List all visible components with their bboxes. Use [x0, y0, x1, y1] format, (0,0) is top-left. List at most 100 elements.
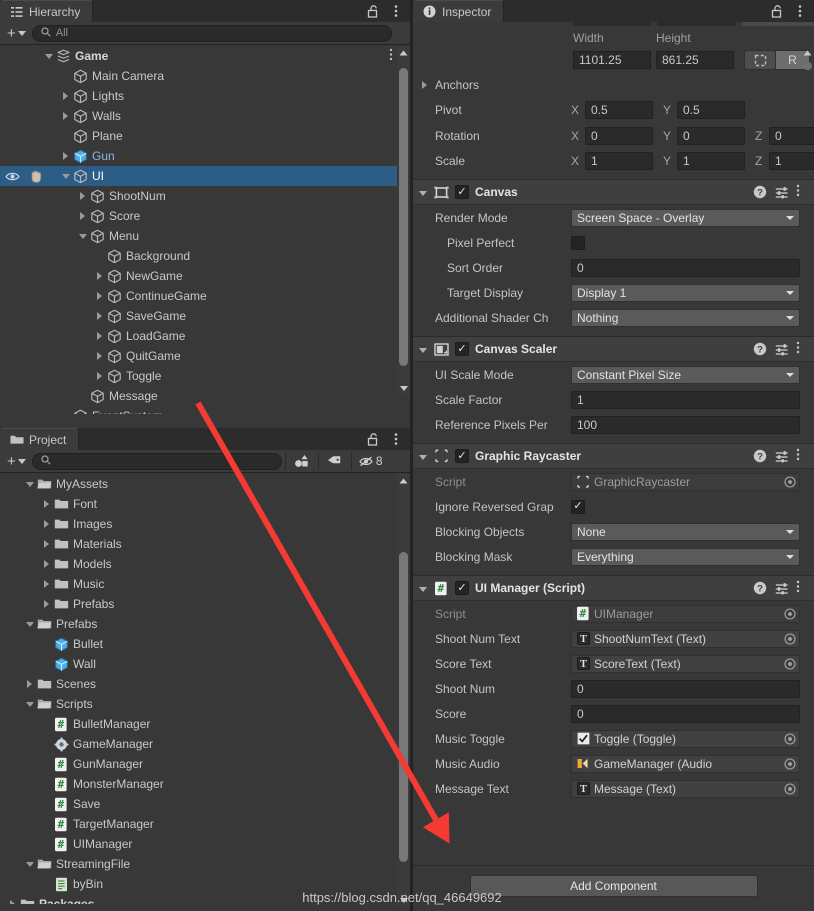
- component-enabled-checkbox[interactable]: ✓: [455, 449, 469, 463]
- objectfield-shoot-num-text[interactable]: T ShootNumText (Text): [571, 629, 800, 648]
- component-header[interactable]: ✓ Graphic Raycaster?: [413, 443, 814, 469]
- tab-hierarchy[interactable]: Hierarchy: [0, 0, 94, 22]
- foldout-expanded-icon[interactable]: [419, 581, 427, 595]
- visibility-toggles[interactable]: [4, 168, 48, 184]
- tree-row[interactable]: Gun: [0, 146, 397, 166]
- scroll-down-icon[interactable]: [399, 384, 408, 393]
- rotation-y-field[interactable]: 0: [677, 126, 745, 145]
- width-field[interactable]: 1101.25: [573, 51, 651, 69]
- dropdown-additional-shader-ch[interactable]: Nothing: [571, 308, 800, 327]
- scale-x-field[interactable]: 1: [585, 151, 653, 170]
- component-header[interactable]: ✓ Canvas Scaler?: [413, 336, 814, 362]
- project-scrollbar[interactable]: [397, 474, 410, 907]
- checkbox-ignore-reversed-grap[interactable]: ✓: [571, 499, 585, 514]
- hierarchy-scroll-thumb[interactable]: [399, 68, 408, 366]
- tree-row[interactable]: Message: [0, 386, 397, 406]
- scroll-down-icon[interactable]: [399, 896, 408, 905]
- project-search-input[interactable]: [31, 452, 282, 470]
- tab-project[interactable]: Project: [0, 428, 80, 450]
- foldout-expanded-icon[interactable]: [59, 170, 72, 183]
- kebab-menu-icon[interactable]: [792, 4, 807, 19]
- hierarchy-search-input[interactable]: All: [31, 24, 392, 42]
- preset-icon[interactable]: [774, 184, 790, 200]
- input-scale-factor[interactable]: 1: [571, 390, 800, 409]
- foldout-collapsed-icon[interactable]: [76, 190, 89, 203]
- input-score[interactable]: 0: [571, 704, 800, 723]
- foldout-expanded-icon[interactable]: [76, 230, 89, 243]
- tree-row[interactable]: Bullet: [0, 634, 397, 654]
- tree-row[interactable]: Models: [0, 554, 397, 574]
- foldout-expanded-icon[interactable]: [42, 50, 55, 63]
- pivot-x-field[interactable]: 0.5: [585, 101, 653, 119]
- tree-row[interactable]: Plane: [0, 126, 397, 146]
- foldout-collapsed-icon[interactable]: [6, 898, 19, 904]
- tree-row[interactable]: Images: [0, 514, 397, 534]
- tree-row[interactable]: ShootNum: [0, 186, 397, 206]
- kebab-menu-icon[interactable]: [389, 48, 393, 64]
- foldout-collapsed-icon[interactable]: [59, 90, 72, 103]
- blueprint-mode-icon[interactable]: [744, 50, 775, 70]
- object-picker-icon[interactable]: [783, 757, 797, 771]
- input-sort-order[interactable]: 0: [571, 258, 800, 277]
- foldout-expanded-icon[interactable]: [23, 698, 36, 711]
- label-filter-icon[interactable]: [322, 452, 348, 471]
- scroll-up-icon[interactable]: [803, 48, 812, 57]
- object-picker-icon[interactable]: [783, 732, 797, 746]
- tree-row[interactable]: Wall: [0, 654, 397, 674]
- rotation-x-field[interactable]: 0: [585, 126, 653, 145]
- component-enabled-checkbox[interactable]: ✓: [455, 185, 469, 199]
- tree-row[interactable]: Main Camera: [0, 66, 397, 86]
- height-field[interactable]: 861.25: [656, 51, 734, 69]
- project-add-button[interactable]: +: [4, 452, 29, 470]
- tree-row[interactable]: StreamingFile: [0, 854, 397, 874]
- tree-row[interactable]: Walls: [0, 106, 397, 126]
- scroll-up-icon[interactable]: [399, 48, 408, 57]
- tree-row[interactable]: # BulletManager: [0, 714, 397, 734]
- object-picker-icon[interactable]: [783, 782, 797, 796]
- tab-inspector[interactable]: Inspector: [413, 0, 505, 22]
- checkbox-pixel-perfect[interactable]: [571, 235, 585, 250]
- tree-row[interactable]: Font: [0, 494, 397, 514]
- project-tree[interactable]: MyAssets Font Images Materials Models Music Pr…: [0, 474, 397, 904]
- clipped-field-c[interactable]: [741, 22, 814, 26]
- anchors-foldout-icon[interactable]: [413, 80, 435, 89]
- object-picker-icon[interactable]: [783, 475, 797, 489]
- inspector-scroll-thumb[interactable]: [803, 62, 812, 70]
- tree-row[interactable]: MyAssets: [0, 474, 397, 494]
- lock-icon[interactable]: [365, 4, 380, 19]
- tree-row[interactable]: LoadGame: [0, 326, 397, 346]
- pivot-y-field[interactable]: 0.5: [677, 101, 745, 119]
- component-header[interactable]: ✓ Canvas?: [413, 179, 814, 205]
- anchors-row[interactable]: Anchors: [413, 72, 814, 97]
- foldout-collapsed-icon[interactable]: [93, 350, 106, 363]
- component-header[interactable]: # ✓ UI Manager (Script)?: [413, 575, 814, 601]
- input-reference-pixels-per[interactable]: 100: [571, 415, 800, 434]
- foldout-collapsed-icon[interactable]: [40, 578, 53, 591]
- hidden-count-icon[interactable]: 8: [355, 452, 387, 471]
- foldout-collapsed-icon[interactable]: [40, 538, 53, 551]
- help-icon[interactable]: ?: [752, 580, 768, 596]
- foldout-expanded-icon[interactable]: [419, 449, 427, 463]
- inspector-scrollbar[interactable]: [801, 46, 814, 866]
- help-icon[interactable]: ?: [752, 448, 768, 464]
- tree-row[interactable]: Packages: [0, 894, 397, 904]
- foldout-collapsed-icon[interactable]: [93, 310, 106, 323]
- project-scroll-thumb[interactable]: [399, 552, 408, 862]
- lock-icon[interactable]: [365, 432, 380, 447]
- clipped-field-b[interactable]: [657, 22, 736, 26]
- objectfield-message-text[interactable]: T Message (Text): [571, 779, 800, 798]
- foldout-collapsed-icon[interactable]: [59, 110, 72, 123]
- preset-icon[interactable]: [774, 341, 790, 357]
- help-icon[interactable]: ?: [752, 341, 768, 357]
- foldout-expanded-icon[interactable]: [23, 858, 36, 871]
- foldout-expanded-icon[interactable]: [419, 342, 427, 356]
- foldout-expanded-icon[interactable]: [419, 185, 427, 199]
- hierarchy-add-button[interactable]: +: [4, 24, 29, 42]
- scale-y-field[interactable]: 1: [677, 151, 745, 170]
- tree-row[interactable]: Prefabs: [0, 594, 397, 614]
- tree-row[interactable]: SaveGame: [0, 306, 397, 326]
- component-enabled-checkbox[interactable]: ✓: [455, 342, 469, 356]
- tree-row[interactable]: Scenes: [0, 674, 397, 694]
- foldout-collapsed-icon[interactable]: [40, 558, 53, 571]
- lock-icon[interactable]: [769, 4, 784, 19]
